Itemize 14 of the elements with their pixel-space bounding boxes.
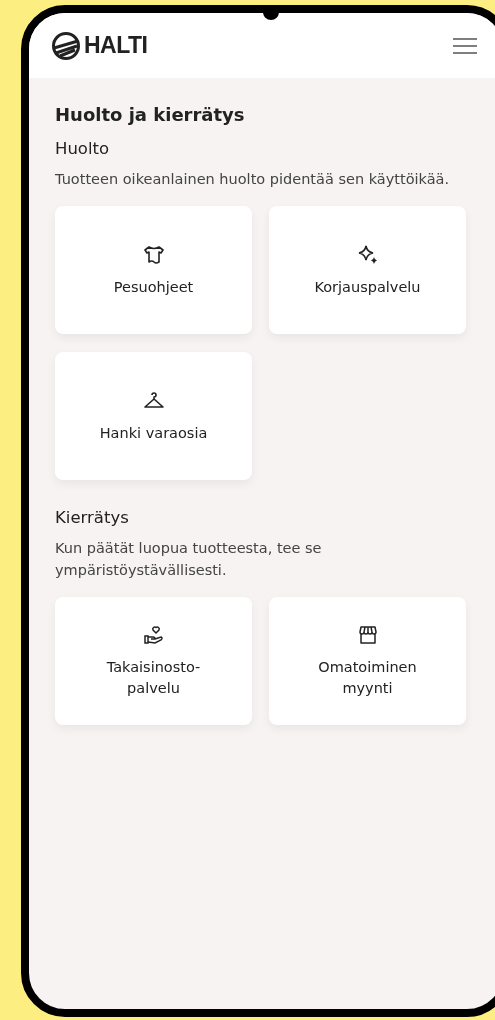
service-card[interactable]: Hanki varaosia	[55, 352, 252, 480]
section-title: Kierrätys	[55, 508, 130, 527]
brand-name[interactable]: HALTI	[84, 32, 148, 59]
service-card[interactable]: Korjauspalvelu	[269, 206, 466, 334]
service-card[interactable]: Pesuohjeet	[55, 206, 252, 334]
service-card[interactable]: Takaisinosto-palvelu	[55, 597, 252, 725]
hand-heart-icon	[141, 623, 166, 647]
section-description: Kun päätät luopua tuotteesta, tee se ympäristöystävällisesti.	[55, 539, 323, 580]
section-description: Tuotteen oikeanlainen huolto pidentää sen käyttöikää.	[55, 170, 451, 189]
service-card[interactable]: Omatoiminen myynti	[269, 597, 466, 725]
section-title: Huolto	[55, 139, 111, 158]
logo-icon	[51, 30, 81, 61]
page-title: Huolto ja kierrätys	[55, 104, 246, 125]
menu-icon[interactable]	[453, 36, 477, 55]
